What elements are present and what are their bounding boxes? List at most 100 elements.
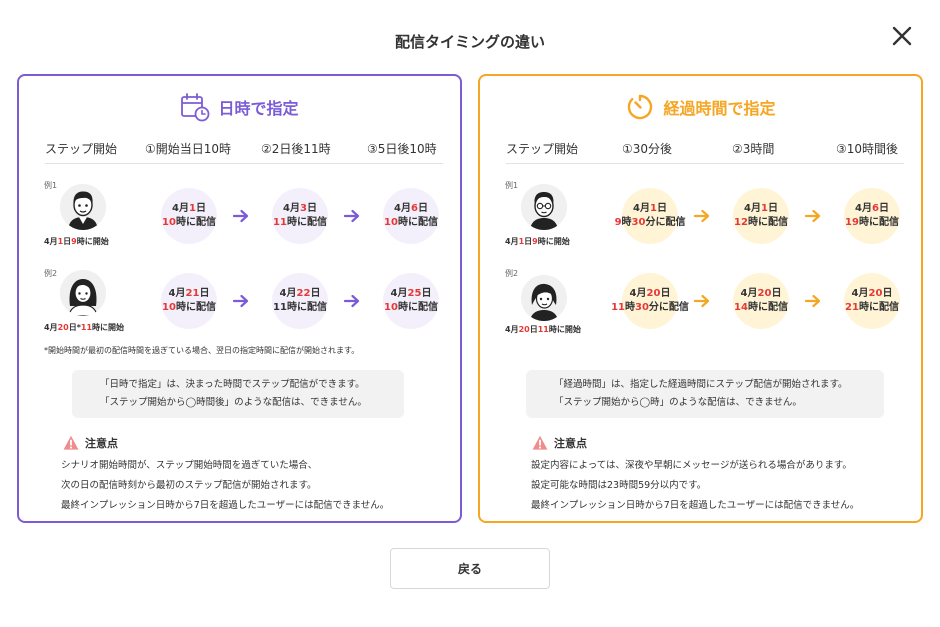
caution-heading: 注意点 [532, 435, 587, 451]
step-header-3: ③10時間後 [836, 142, 899, 156]
text-segment: 時に配信 [286, 302, 327, 313]
delivery-date: 4月1日 [172, 202, 206, 217]
text-segment: 時 [625, 302, 635, 313]
info-line-1: 「経過時間」は、指定した経過時間にステップ配信が開始されます。 [554, 379, 848, 390]
elapsed-info-box: 「経過時間」は、指定した経過時間にステップ配信が開始されます。 「ステップ開始か… [526, 370, 884, 418]
start-note-2: 4月20日*11時に開始 [44, 322, 124, 333]
caution-line-1: シナリオ開始時間が、ステップ開始時間を過ぎていた場合、 [61, 460, 318, 471]
arrow-right-icon [233, 209, 249, 223]
highlighted-text: 20 [868, 287, 883, 299]
elapsed-step-header: ステップ開始 ①30分後 ②3時間 ③10時間後 [506, 138, 904, 164]
warning-icon [532, 435, 548, 450]
step-header-2: ②3時間 [732, 142, 775, 156]
text-segment: 4月 [855, 202, 872, 214]
highlighted-text: 10 [162, 302, 176, 313]
text-segment: 4月 [633, 202, 650, 214]
text-segment: 日 [421, 287, 432, 299]
example-label-2: 例2 [505, 269, 519, 278]
delivery-time: 19時に配信 [845, 216, 899, 231]
text-segment: 日* [68, 323, 81, 332]
delivery-bubble-1-2: 4月3日 11時に配信 [272, 188, 328, 244]
delivery-bubble-2-2: 4月20日 14時に配信 [733, 273, 789, 329]
highlighted-text: 20 [757, 287, 772, 299]
text-segment: 4月 [168, 287, 186, 299]
arrow-right-icon [805, 294, 821, 308]
close-button[interactable] [888, 22, 916, 50]
text-segment: 日 [63, 237, 72, 246]
delivery-date: 4月25日 [391, 287, 432, 302]
text-segment: 時に開始 [537, 237, 570, 246]
delivery-date: 4月20日 [630, 287, 671, 302]
delivery-date: 4月6日 [394, 202, 428, 217]
arrow-right-icon [694, 294, 710, 308]
step-header-1: ①30分後 [622, 142, 673, 156]
highlighted-text: 6 [872, 202, 879, 214]
back-button[interactable]: 戻る [390, 548, 550, 589]
delivery-bubble-1-1: 4月1日 9時30分に配信 [615, 188, 685, 244]
datetime-step-header: ステップ開始 ①開始当日10時 ②2日後11時 ③5日後10時 [45, 138, 443, 164]
highlighted-text: 30 [631, 217, 646, 228]
text-segment: 日 [310, 287, 321, 299]
text-segment: 11 [273, 302, 287, 313]
highlighted-text: 10 [384, 217, 398, 228]
datetime-info-box: 「日時で指定」は、決まった時間でステップ配信ができます。 「ステップ開始から◯時… [72, 370, 404, 418]
highlighted-text: 11 [537, 325, 549, 334]
text-segment: 時に配信 [858, 217, 899, 228]
arrow-right-icon [805, 209, 821, 223]
highlighted-text: 21 [185, 287, 200, 299]
elapsed-panel: 経過時間で指定 ステップ開始 ①30分後 ②3時間 ③10時間後 例1 4月1日… [478, 74, 923, 523]
caution-line-2: 設定可能な時間は23時間59分以内です。 [531, 479, 707, 491]
avatar-man [60, 184, 106, 230]
datetime-panel-heading: 日時で指定 [19, 90, 460, 124]
text-segment: 4月 [740, 287, 758, 299]
datetime-panel-title: 日時で指定 [218, 99, 299, 118]
text-segment: 日 [767, 202, 778, 214]
step-header-3: ③5日後10時 [367, 142, 437, 156]
text-segment: 4月 [505, 325, 519, 334]
info-line-2: 「ステップ開始から◯時」のような配信は、できません。 [554, 397, 802, 409]
delivery-time: 11時30分に配信 [611, 301, 689, 316]
highlighted-text: 20 [518, 325, 530, 334]
delivery-bubble-2-3: 4月25日 10時に配信 [383, 273, 439, 329]
start-note-2: 4月20日11時に開始 [505, 324, 581, 335]
text-segment: 日 [878, 202, 889, 214]
delivery-time: 10時に配信 [384, 216, 438, 231]
delivery-bubble-2-2: 4月22日 11時に配信 [272, 273, 328, 329]
text-segment: 分に配信 [648, 302, 689, 313]
highlighted-text: 1 [761, 202, 768, 214]
text-segment: 4月 [172, 202, 189, 214]
text-segment: 4月 [505, 237, 519, 246]
step-header-2: ②2日後11時 [261, 142, 331, 156]
text-segment: 日 [524, 237, 533, 246]
text-segment: 時に開始 [76, 237, 109, 246]
text-segment: 時に配信 [175, 302, 216, 313]
text-segment: 日 [660, 287, 671, 299]
text-segment: 時に配信 [286, 217, 327, 228]
start-note-1: 4月1日9時に開始 [505, 236, 570, 247]
highlighted-text: 10 [384, 302, 398, 313]
start-note-1: 4月1日9時に開始 [44, 236, 109, 247]
text-segment: 時に配信 [747, 302, 788, 313]
delivery-bubble-2-3: 4月20日 21時に配信 [844, 273, 900, 329]
caution-title: 注意点 [85, 437, 118, 450]
delivery-time: 21時に配信 [845, 301, 899, 316]
elapsed-panel-heading: 経過時間で指定 [480, 90, 921, 124]
highlighted-text: 11 [273, 217, 287, 228]
highlighted-text: 9 [614, 217, 622, 228]
arrow-right-icon [344, 209, 360, 223]
text-segment: 日 [199, 287, 210, 299]
delivery-time: 11時に配信 [273, 301, 327, 316]
text-segment: 4月 [44, 323, 58, 332]
text-segment: 4月 [283, 202, 300, 214]
modal-title: 配信タイミングの違い [394, 33, 545, 51]
delivery-bubble-1-1: 4月1日 10時に配信 [161, 188, 217, 244]
delivery-bubble-1-2: 4月1日 12時に配信 [733, 188, 789, 244]
text-segment: 時 [621, 217, 632, 228]
delivery-date: 4月6日 [855, 202, 889, 217]
delivery-date: 4月3日 [283, 202, 317, 217]
text-segment: 4月 [44, 237, 58, 246]
text-segment: 日 [882, 287, 893, 299]
highlighted-text: 3 [300, 202, 307, 214]
delivery-date: 4月20日 [741, 287, 782, 302]
delivery-time: 10時に配信 [162, 216, 216, 231]
